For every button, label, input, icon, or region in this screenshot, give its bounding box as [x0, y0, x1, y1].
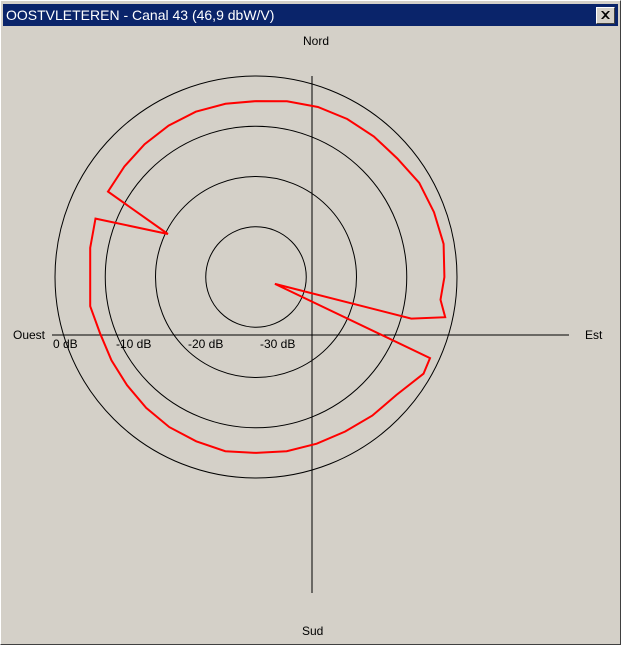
compass-east: Est	[585, 328, 603, 342]
ring-minus-10db	[104, 125, 408, 429]
ring-minus-30db	[205, 226, 307, 328]
compass-west: Ouest	[13, 328, 46, 342]
compass-north: Nord	[303, 34, 329, 48]
close-icon	[601, 11, 610, 19]
polar-chart: Nord Sud Est Ouest 0 dB -10 dB -20 dB -3…	[13, 34, 603, 638]
chart-area: Nord Sud Est Ouest 0 dB -10 dB -20 dB -3…	[3, 28, 618, 642]
ring-minus-20db	[155, 176, 357, 378]
ring-label-minus-10db: -10 dB	[116, 337, 151, 351]
ring-label-minus-20db: -20 dB	[188, 337, 223, 351]
ring-label-0db: 0 dB	[53, 337, 78, 351]
ring-label-minus-30db: -30 dB	[260, 337, 295, 351]
close-button[interactable]	[596, 7, 615, 24]
ring-0db	[54, 75, 458, 479]
window-title: OOSTVLETEREN - Canal 43 (46,9 dbW/V)	[6, 7, 275, 23]
radiation-pattern-series	[89, 100, 447, 454]
window: OOSTVLETEREN - Canal 43 (46,9 dbW/V) Nor…	[0, 0, 621, 645]
title-bar[interactable]: OOSTVLETEREN - Canal 43 (46,9 dbW/V)	[3, 4, 618, 26]
compass-south: Sud	[302, 624, 323, 638]
ring-group	[54, 75, 458, 479]
